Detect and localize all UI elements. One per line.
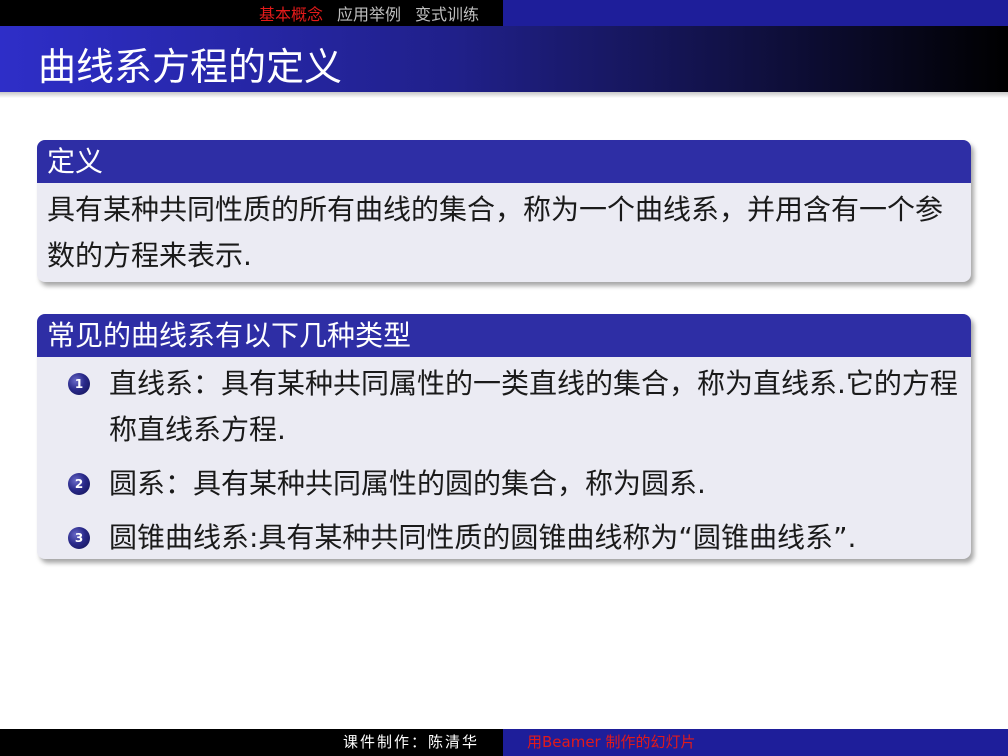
section-nav-bar: 基本概念 应用举例 变式训练 (0, 0, 503, 26)
curve-types-block-body: 1 直线系：具有某种共同属性的一类直线的集合，称为直线系.它的方程称直线系方程.… (37, 357, 971, 565)
enumerate-ball-icon: 2 (68, 473, 90, 495)
definition-block: 定义 具有某种共同性质的所有曲线的集合，称为一个曲线系，并用含有一个参数的方程来… (37, 140, 971, 282)
nav-bar-right (503, 0, 1008, 26)
frame-title: 曲线系方程的定义 (38, 45, 343, 89)
list-item-text: 直线系：具有某种共同属性的一类直线的集合，称为直线系.它的方程称直线系方程. (109, 367, 958, 446)
definition-block-body: 具有某种共同性质的所有曲线的集合，称为一个曲线系，并用含有一个参数的方程来表示. (47, 193, 944, 272)
footer-note: 用Beamer 制作的幻灯片 (503, 729, 1008, 756)
definition-block-title: 定义 (37, 140, 971, 183)
nav-section-examples[interactable]: 应用举例 (337, 1, 401, 25)
section-navigation: 基本概念 应用举例 变式训练 (0, 0, 1008, 26)
list-item-text: 圆系：具有某种共同属性的圆的集合，称为圆系. (109, 467, 706, 500)
curve-types-list: 1 直线系：具有某种共同属性的一类直线的集合，称为直线系.它的方程称直线系方程.… (47, 361, 959, 561)
footline: 课件制作：陈清华 用Beamer 制作的幻灯片 (0, 729, 1008, 756)
list-item: 1 直线系：具有某种共同属性的一类直线的集合，称为直线系.它的方程称直线系方程. (47, 361, 959, 453)
nav-section-exercises[interactable]: 变式训练 (415, 1, 479, 25)
list-item-text: 圆锥曲线系:具有某种共同性质的圆锥曲线称为“圆锥曲线系”. (109, 521, 857, 554)
nav-section-basic-concepts[interactable]: 基本概念 (259, 1, 323, 25)
list-item: 3 圆锥曲线系:具有某种共同性质的圆锥曲线称为“圆锥曲线系”. (47, 515, 959, 561)
enumerate-ball-icon: 3 (68, 527, 90, 549)
footer-author: 课件制作：陈清华 (0, 729, 503, 756)
curve-types-block-title: 常见的曲线系有以下几种类型 (37, 314, 971, 357)
curve-types-block: 常见的曲线系有以下几种类型 1 直线系：具有某种共同属性的一类直线的集合，称为直… (37, 314, 971, 559)
list-item: 2 圆系：具有某种共同属性的圆的集合，称为圆系. (47, 461, 959, 507)
frame-title-bar: 曲线系方程的定义 (0, 26, 1008, 92)
title-shadow (0, 92, 1008, 98)
enumerate-ball-icon: 1 (68, 373, 90, 395)
